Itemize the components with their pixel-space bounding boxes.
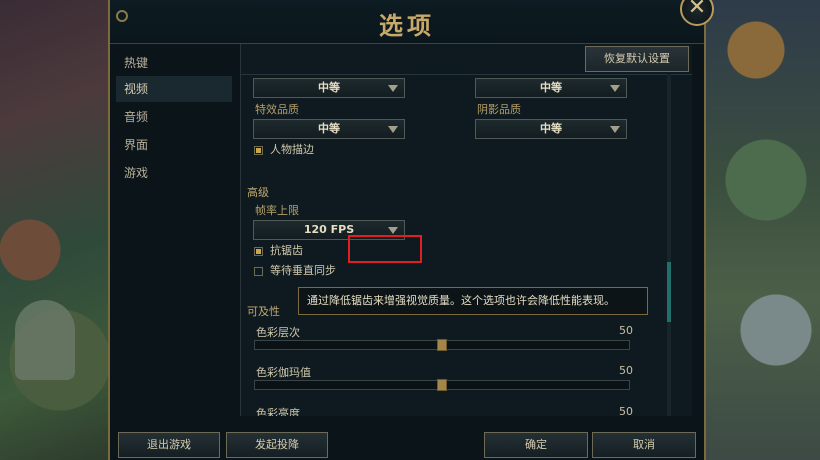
checkbox-checked-icon	[254, 146, 263, 155]
sidebar-item-interface[interactable]: 界面	[116, 132, 232, 158]
reset-defaults-button[interactable]: 恢复默认设置	[585, 46, 689, 72]
vsync-checkbox[interactable]: 等待垂直同步	[254, 264, 336, 278]
effects-quality-select[interactable]: 中等	[253, 119, 405, 139]
cancel-button[interactable]: 取消	[592, 432, 696, 458]
color-depth-value: 50	[619, 324, 633, 337]
color-depth-label: 色彩层次	[256, 326, 300, 339]
stone-statue	[15, 300, 75, 380]
color-brightness-label: 色彩亮度	[256, 407, 300, 416]
antialiasing-checkbox[interactable]: 抗锯齿	[254, 244, 303, 258]
color-depth-slider[interactable]	[254, 339, 630, 351]
dropdown-arrow-icon	[610, 126, 620, 133]
effects-quality-label: 特效品质	[255, 103, 299, 116]
dropdown-arrow-icon	[610, 85, 620, 92]
framerate-cap-label: 帧率上限	[255, 204, 299, 217]
advanced-section-heading: 高级	[247, 186, 269, 199]
quality-select-right[interactable]: 中等	[475, 78, 627, 98]
game-background-left	[0, 0, 110, 460]
checkbox-label: 人物描边	[270, 143, 314, 156]
divider	[241, 74, 692, 75]
sidebar-item-audio[interactable]: 音频	[116, 104, 232, 130]
content-scrollbar[interactable]	[667, 74, 671, 416]
dropdown-arrow-icon	[388, 227, 398, 234]
checkbox-label: 等待垂直同步	[270, 264, 336, 277]
color-gamma-label: 色彩伽玛值	[256, 366, 311, 379]
sidebar-item-hotkeys[interactable]: 热键	[116, 50, 232, 76]
red-highlight-box	[348, 235, 422, 263]
sidebar-item-video[interactable]: 视频	[116, 76, 232, 102]
quality-select-left[interactable]: 中等	[253, 78, 405, 98]
game-background-right	[706, 0, 820, 460]
settings-content: 恢复默认设置 中等 中等 特效品质 阴影品质 中等 中等 人物描边 高级 帧率上…	[240, 44, 692, 416]
color-brightness-value: 50	[619, 405, 633, 416]
scrollbar-thumb[interactable]	[667, 262, 671, 322]
checkbox-checked-icon	[254, 247, 263, 256]
ok-button[interactable]: 确定	[484, 432, 588, 458]
select-value: 中等	[540, 122, 562, 135]
select-value: 中等	[540, 81, 562, 94]
select-value: 120 FPS	[303, 223, 355, 236]
dropdown-arrow-icon	[388, 85, 398, 92]
shadow-quality-label: 阴影品质	[477, 103, 521, 116]
surrender-button[interactable]: 发起投降	[226, 432, 328, 458]
title-bar: 选项	[110, 0, 704, 44]
checkbox-unchecked-icon	[254, 267, 263, 276]
dropdown-arrow-icon	[388, 126, 398, 133]
shadow-quality-select[interactable]: 中等	[475, 119, 627, 139]
options-window: 选项 热键 视频 音频 界面 游戏 恢复默认设置 中等 中等 特效品质 阴影品质…	[108, 0, 706, 460]
slider-thumb[interactable]	[437, 339, 447, 351]
color-gamma-value: 50	[619, 364, 633, 377]
sidebar-item-game[interactable]: 游戏	[116, 160, 232, 186]
select-value: 中等	[318, 122, 340, 135]
tooltip: 通过降低锯齿来增强视觉质量。这个选项也许会降低性能表现。	[298, 287, 648, 315]
color-gamma-slider[interactable]	[254, 379, 630, 391]
select-value: 中等	[318, 81, 340, 94]
quit-game-button[interactable]: 退出游戏	[118, 432, 220, 458]
window-title: 选项	[379, 12, 435, 40]
slider-thumb[interactable]	[437, 379, 447, 391]
accessibility-section-heading: 可及性	[247, 305, 280, 318]
checkbox-label: 抗锯齿	[270, 244, 303, 257]
character-outline-checkbox[interactable]: 人物描边	[254, 143, 314, 157]
settings-sidebar: 热键 视频 音频 界面 游戏	[110, 44, 238, 424]
